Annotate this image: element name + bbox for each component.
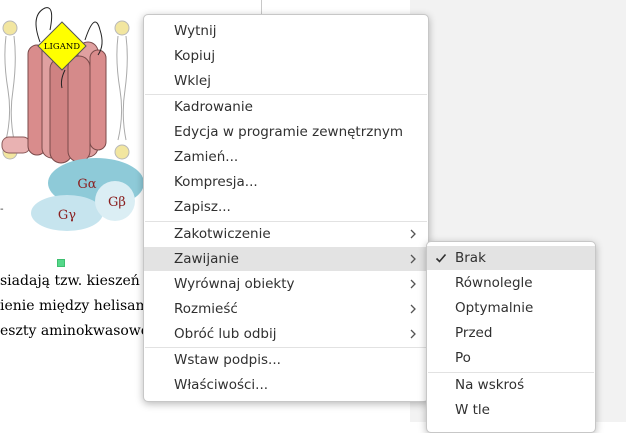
chevron-right-icon [408, 247, 418, 271]
menu-item-crop[interactable]: Kadrowanie [144, 95, 428, 119]
menu-item-insert-caption[interactable]: Wstaw podpis... [144, 348, 428, 372]
menu-item-replace[interactable]: Zamień... [144, 145, 428, 169]
menu-item-cut[interactable]: Wytnij [144, 19, 428, 43]
submenu-item-after[interactable]: Po [427, 346, 595, 370]
menu-item-rotate-flip[interactable]: Obróć lub odbij [144, 322, 428, 346]
submenu-item-background[interactable]: W tle [427, 398, 595, 422]
checkmark-icon [435, 246, 449, 270]
menu-item-copy[interactable]: Kopiuj [144, 44, 428, 68]
page-margin-line [261, 0, 262, 14]
context-menu: Wytnij Kopiuj Wklej Kadrowanie Edycja w … [143, 14, 429, 402]
menu-item-properties[interactable]: Właściwości... [144, 373, 428, 397]
receptor-diagram[interactable]: LIGAND Gα Gγ Gβ - [0, 0, 150, 240]
chevron-right-icon [408, 222, 418, 246]
menu-item-wrap[interactable]: Zawijanie [144, 247, 428, 271]
wrap-submenu: Brak Równolegle Optymalnie Przed Po Na w… [426, 241, 596, 433]
menu-item-anchor[interactable]: Zakotwiczenie [144, 222, 428, 246]
menu-item-paste[interactable]: Wklej [144, 69, 428, 93]
chevron-right-icon [408, 297, 418, 321]
g-beta-label: Gβ [108, 195, 126, 210]
menu-item-compress[interactable]: Kompresja... [144, 170, 428, 194]
submenu-item-before[interactable]: Przed [427, 321, 595, 345]
chevron-right-icon [408, 322, 418, 346]
doc-text-line-2: ienie między helisam [0, 298, 149, 314]
chevron-right-icon [408, 272, 418, 296]
submenu-item-optimal[interactable]: Optymalnie [427, 296, 595, 320]
submenu-item-none[interactable]: Brak [427, 246, 595, 270]
g-gamma-label: Gγ [58, 208, 76, 223]
g-alpha-label: Gα [77, 177, 96, 192]
doc-text-line-3: eszty aminokwasowe [0, 323, 150, 339]
ligand-label: LIGAND [44, 42, 80, 52]
menu-item-save[interactable]: Zapisz... [144, 195, 428, 219]
svg-text:-: - [0, 204, 4, 215]
membrane-right [114, 20, 130, 160]
selection-handle[interactable] [57, 259, 65, 267]
doc-text-line-1: siadają tzw. kieszeń w [0, 273, 157, 289]
submenu-item-parallel[interactable]: Równolegle [427, 271, 595, 295]
menu-item-align[interactable]: Wyrównaj obiekty [144, 272, 428, 296]
menu-item-arrange[interactable]: Rozmieść [144, 297, 428, 321]
submenu-item-through[interactable]: Na wskroś [427, 373, 595, 397]
menu-item-edit-external[interactable]: Edycja w programie zewnętrznym [144, 120, 428, 144]
